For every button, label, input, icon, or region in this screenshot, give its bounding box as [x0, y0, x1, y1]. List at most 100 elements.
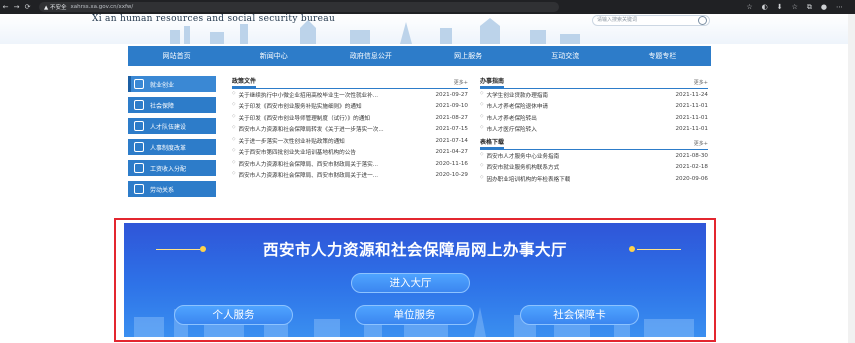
forward-icon[interactable]: → [11, 3, 22, 11]
list-item[interactable]: 关于西安市第四批创业失业培训基地机构的公告 2021-04-27 [232, 147, 468, 159]
item-date: 2021-09-27 [435, 91, 468, 98]
guide-panel: 办事指南 更多+ 大学生创业贷款办理指南 2021-11-24 市人才养老保险退休… [480, 76, 708, 185]
back-icon[interactable]: ← [0, 3, 11, 11]
item-date: 2021-08-27 [435, 114, 468, 121]
site-header: Xi an human resources and social securit… [0, 14, 855, 44]
item-title[interactable]: 市人才养老保险转出 [480, 114, 536, 122]
item-date: 2021-04-27 [435, 149, 468, 156]
sidebar-item-employment[interactable]: 就业创业 [128, 76, 216, 92]
item-title[interactable]: 西安市人才服务中心业务指南 [480, 152, 559, 160]
sidebar-item-label: 人事制度改革 [150, 144, 187, 152]
item-title[interactable]: 市人才养老保险退休申请 [480, 102, 548, 110]
title-dot-right [629, 246, 635, 252]
personal-service-button[interactable]: 个人服务 [174, 305, 293, 325]
list-item[interactable]: 因办职业培训机构的年检表格下载 2020-09-06 [480, 173, 708, 185]
item-title[interactable]: 关于印发《西安市创业导师管理制度（试行）》的通知 [232, 114, 369, 122]
person-icon [134, 121, 144, 131]
item-title[interactable]: 关于继续执行中小微企业招用高校毕业生一次性就业补... [232, 91, 378, 99]
nav-gov-info[interactable]: 政府信息公开 [322, 51, 419, 61]
policy-panel: 政策文件 更多+ 关于继续执行中小微企业招用高校毕业生一次性就业补... 2021… [232, 76, 468, 181]
item-date: 2021-11-01 [675, 126, 708, 133]
item-date: 2021-07-14 [435, 137, 468, 144]
guide-title[interactable]: 办事指南 [480, 76, 505, 88]
nav-topics[interactable]: 专题专栏 [614, 51, 711, 61]
url-text: xahrss.xa.gov.cn/xxfw/ [70, 4, 134, 10]
nav-interaction[interactable]: 互动交流 [517, 51, 614, 61]
policy-title[interactable]: 政策文件 [232, 76, 257, 88]
item-date: 2021-02-18 [675, 164, 708, 171]
list-item[interactable]: 关于继续执行中小微企业招用高校毕业生一次性就业补... 2021-09-27 [232, 89, 468, 101]
reload-icon[interactable]: ⟳ [22, 3, 33, 11]
profile-icon[interactable]: ● [821, 3, 827, 12]
item-title[interactable]: 因办职业培训机构的年检表格下载 [480, 175, 570, 183]
guide-more-link[interactable]: 更多+ [694, 79, 708, 86]
nav-online-service[interactable]: 网上服务 [420, 51, 517, 61]
list-item[interactable]: 关于印发《西安市创业导师管理制度（试行）》的通知 2021-08-27 [232, 112, 468, 124]
list-item[interactable]: 市人才医疗保险转入 2021-11-01 [480, 124, 708, 136]
search-icon[interactable] [698, 16, 707, 25]
forms-title[interactable]: 表格下载 [480, 137, 505, 149]
item-date: 2020-10-29 [435, 172, 468, 179]
title-line-right [637, 249, 681, 250]
web-page: Xi an human resources and social securit… [0, 14, 855, 343]
list-item[interactable]: 市人才养老保险转出 2021-11-01 [480, 112, 708, 124]
scrollbar[interactable] [848, 14, 855, 343]
list-item[interactable]: 西安市人力资源和社会保障局、西安市财政局关于进一... 2020-10-29 [232, 170, 468, 182]
list-item[interactable]: 西安市人才服务中心业务指南 2021-08-30 [480, 150, 708, 162]
list-item[interactable]: 市人才养老保险退休申请 2021-11-01 [480, 101, 708, 113]
sidebar-item-label: 社会保障 [150, 102, 175, 110]
list-item[interactable]: 西安市人力资源和社会保障局转发《关于进一步落实一次... 2021-07-15 [232, 124, 468, 136]
enter-hall-button[interactable]: 进入大厅 [351, 273, 470, 293]
item-title[interactable]: 西安市人力资源和社会保障局、西安市财政局关于落实... [232, 160, 378, 168]
list-item[interactable]: 西安市人力资源和社会保障局、西安市财政局关于落实... 2020-11-16 [232, 158, 468, 170]
item-date: 2021-07-15 [435, 126, 468, 133]
sidebar-item-social-security[interactable]: 社会保障 [128, 97, 216, 113]
briefcase-icon [134, 79, 144, 89]
sidebar-item-label: 人才队伍建设 [150, 123, 187, 131]
item-title[interactable]: 关于西安市第四批创业失业培训基地机构的公告 [232, 148, 355, 156]
favorites-list-icon[interactable]: ☆ [792, 3, 798, 12]
nav-news[interactable]: 新闻中心 [225, 51, 322, 61]
item-title[interactable]: 西安市人力资源和社会保障局、西安市财政局关于进一... [232, 171, 378, 179]
item-title[interactable]: 关于进一步落实一次性创业补贴政策的通知 [232, 137, 344, 145]
unit-service-button[interactable]: 单位服务 [355, 305, 474, 325]
social-security-card-button[interactable]: 社会保障卡 [520, 305, 639, 325]
download-icon[interactable]: ⬇ [777, 3, 783, 12]
item-title[interactable]: 西安市就业服务机构联系方式 [480, 163, 559, 171]
list-item[interactable]: 大学生创业贷款办理指南 2021-11-24 [480, 89, 708, 101]
sidebar-item-wages[interactable]: 工资收入分配 [128, 160, 216, 176]
list-item[interactable]: 关于印发《西安市创业服务补贴实施细则》的通知 2021-09-10 [232, 101, 468, 113]
policy-more-link[interactable]: 更多+ [454, 79, 468, 86]
item-title[interactable]: 市人才医疗保险转入 [480, 125, 536, 133]
handshake-icon [134, 184, 144, 194]
sidebar-item-label: 劳动关系 [150, 186, 175, 194]
banner-title: 西安市人力资源和社会保障局网上办事大厅 [262, 241, 567, 259]
online-hall-highlight: 西安市人力资源和社会保障局网上办事大厅 进入大厅 个人服务 单位服务 社会保障卡 [114, 218, 716, 342]
collections-icon[interactable]: ⧉ [807, 3, 812, 12]
item-title[interactable]: 西安市人力资源和社会保障局转发《关于进一步落实一次... [232, 125, 383, 133]
main-nav: 网站首页 新闻中心 政府信息公开 网上服务 互动交流 专题专栏 [128, 46, 711, 66]
menu-icon[interactable]: ⋯ [836, 3, 843, 12]
sidebar-item-personnel-reform[interactable]: 人事制度改革 [128, 139, 216, 155]
forms-header: 表格下载 更多+ [480, 137, 708, 150]
nav-home[interactable]: 网站首页 [128, 51, 225, 61]
list-item[interactable]: 关于进一步落实一次性创业补贴政策的通知 2021-07-14 [232, 135, 468, 147]
address-bar[interactable]: ▲ 不安全 xahrss.xa.gov.cn/xxfw/ [39, 2, 559, 12]
yen-icon [134, 163, 144, 173]
sidebar-item-labor-relations[interactable]: 劳动关系 [128, 181, 216, 197]
sidebar-item-talent[interactable]: 人才队伍建设 [128, 118, 216, 134]
extension-icon[interactable]: ◐ [762, 3, 768, 12]
policy-header: 政策文件 更多+ [232, 76, 468, 89]
insecure-warning[interactable]: ▲ 不安全 [44, 3, 66, 11]
item-date: 2021-11-01 [675, 114, 708, 121]
forms-more-link[interactable]: 更多+ [694, 140, 708, 147]
list-item[interactable]: 西安市就业服务机构联系方式 2021-02-18 [480, 162, 708, 174]
browser-icons: ☆ ◐ ⬇ ☆ ⧉ ● ⋯ [746, 3, 855, 12]
item-date: 2020-11-16 [435, 160, 468, 167]
sidebar: 就业创业 社会保障 人才队伍建设 人事制度改革 工资收入分配 劳动关系 [128, 76, 216, 202]
online-hall-banner[interactable]: 西安市人力资源和社会保障局网上办事大厅 进入大厅 个人服务 单位服务 社会保障卡 [124, 223, 706, 337]
item-title[interactable]: 大学生创业贷款办理指南 [480, 91, 548, 99]
item-title[interactable]: 关于印发《西安市创业服务补贴实施细则》的通知 [232, 102, 361, 110]
favorite-icon[interactable]: ☆ [746, 3, 752, 12]
search-input[interactable]: 请输入搜索关键词 [592, 15, 710, 26]
